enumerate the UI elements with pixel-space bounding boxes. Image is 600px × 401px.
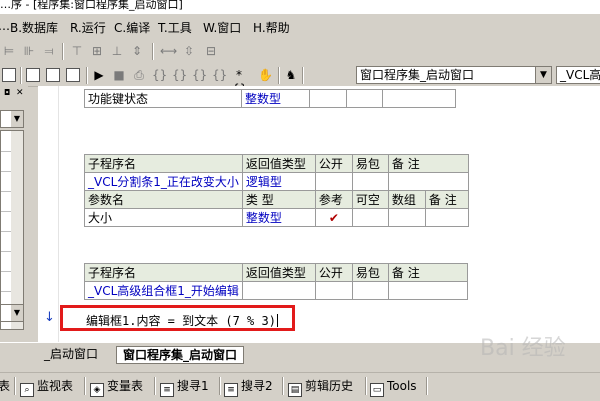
- header-cell: 返回值类型: [241, 154, 316, 173]
- step-out-icon[interactable]: {}: [192, 68, 207, 82]
- return-type-cell[interactable]: 逻辑型: [241, 172, 316, 191]
- vertical-spacing-icon[interactable]: ⇳: [182, 44, 196, 58]
- header-cell: 子程序名: [84, 154, 243, 173]
- bottom-btn-search2[interactable]: ≡ 搜寻2: [224, 378, 273, 397]
- procedure-combo-value: 窗口程序集_启动窗口: [360, 68, 475, 82]
- bottom-btn-variables[interactable]: ◈ 变量表: [90, 378, 143, 397]
- header-cell: 易包: [351, 263, 389, 282]
- subroutine-combo-value: _VCL高级组: [560, 68, 600, 82]
- subroutine-combo[interactable]: _VCL高级组: [556, 66, 600, 84]
- step-over-icon[interactable]: {}: [172, 68, 187, 82]
- header-cell: 备 注: [424, 190, 469, 209]
- header-cell: 备 注: [387, 154, 469, 173]
- panel-dropdown[interactable]: ▼: [0, 110, 24, 128]
- menu-item-compile[interactable]: C.编译: [114, 19, 150, 36]
- header-cell: 公开: [314, 263, 353, 282]
- tools-icon: ▭: [370, 383, 384, 397]
- prev-var-table: 功能键状态 整数型: [84, 89, 456, 108]
- menu-item-partial[interactable]: …: [0, 19, 10, 33]
- magnifier-icon: ⌕: [20, 383, 34, 397]
- align-bottom-icon[interactable]: ⊥: [110, 44, 124, 58]
- align-top-icon[interactable]: ⊤: [70, 44, 84, 58]
- menu-bar: … B.数据库 R.运行 C.编译 T.工具 W.窗口 H.帮助: [0, 14, 600, 40]
- menu-item-database[interactable]: B.数据库: [10, 19, 58, 36]
- pin-icon[interactable]: ◘: [4, 88, 10, 97]
- bottom-btn-watch[interactable]: ⌕ 监视表: [20, 378, 73, 397]
- header-cell: 子程序名: [84, 263, 243, 282]
- bottom-btn-clip-history[interactable]: ▤ 剪辑历史: [288, 378, 353, 397]
- subroutine-name-cell[interactable]: _VCL高级组合框1_开始编辑: [84, 281, 243, 300]
- center-horizontal-icon[interactable]: ⊟: [204, 44, 218, 58]
- menu-item-tools[interactable]: T.工具: [158, 19, 192, 36]
- stop-icon[interactable]: ■: [112, 68, 126, 82]
- header-cell: 返回值类型: [241, 263, 316, 282]
- left-panel: ◘ ✕ ▼ ▼: [0, 86, 28, 342]
- align-center-icon[interactable]: ⊪: [22, 44, 36, 58]
- search-list-icon: ≡: [160, 383, 174, 397]
- chevron-down-icon[interactable]: ▼: [535, 67, 551, 83]
- bottom-toolbar: 表 ⌕ 监视表 ◈ 变量表 ≡ 搜寻1 ≡ 搜寻2 ▤ 剪辑历史 ▭ Tools: [0, 372, 600, 401]
- chevron-down-icon[interactable]: ▼: [11, 305, 23, 321]
- header-cell: 数组: [387, 190, 426, 209]
- panel-dropdown-bottom[interactable]: ▼: [0, 304, 24, 322]
- view-list-icon[interactable]: [46, 68, 60, 82]
- variables-icon: ◈: [90, 383, 104, 397]
- search-binoculars-icon[interactable]: ♞: [284, 68, 298, 82]
- var-type-cell[interactable]: 整数型: [241, 89, 310, 108]
- watermark: Bai 经验: [480, 336, 566, 361]
- var-name-cell[interactable]: 功能键状态: [84, 89, 242, 108]
- chevron-down-icon[interactable]: ▼: [11, 111, 23, 127]
- panel-header: ◘ ✕: [0, 88, 28, 100]
- menu-item-window[interactable]: W.窗口: [203, 19, 241, 36]
- bottom-btn-tools[interactable]: ▭ Tools: [370, 378, 417, 397]
- title-bar: …序 - [程序集:窗口程序集_启动窗口]: [0, 0, 600, 14]
- find-icon[interactable]: [2, 68, 16, 82]
- horizontal-spacing-icon[interactable]: ⟷: [160, 44, 177, 58]
- align-middle-icon[interactable]: ⊞: [90, 44, 104, 58]
- subroutine-name-cell[interactable]: _VCL分割条1_正在改变大小: [84, 172, 243, 191]
- subroutine-table-1: 子程序名 返回值类型 公开 易包 备 注 _VCL分割条1_正在改变大小 逻辑型…: [84, 154, 469, 227]
- run-icon[interactable]: ▶: [92, 68, 106, 82]
- header-cell: 类 型: [241, 190, 316, 209]
- param-type-cell[interactable]: 整数型: [241, 208, 316, 227]
- window-title: …序 - [程序集:窗口程序集_启动窗口]: [0, 0, 183, 11]
- param-name-cell[interactable]: 大小: [84, 208, 243, 227]
- close-icon[interactable]: ✕: [16, 88, 24, 98]
- step-icon[interactable]: ⎙: [132, 68, 146, 82]
- header-cell: 备 注: [387, 263, 468, 282]
- same-size-icon[interactable]: ⇕: [130, 44, 144, 58]
- menu-item-help[interactable]: H.帮助: [253, 19, 290, 36]
- bottom-btn-search1[interactable]: ≡ 搜寻1: [160, 378, 209, 397]
- editor-gutter: [38, 86, 59, 342]
- procedure-combo[interactable]: 窗口程序集_启动窗口 ▼: [356, 66, 552, 84]
- header-cell: 参考: [314, 190, 353, 209]
- header-cell: 公开: [314, 154, 353, 173]
- bottom-btn-table[interactable]: 表: [0, 378, 10, 394]
- align-right-icon[interactable]: ⫤: [42, 44, 56, 58]
- current-line-arrow-icon: ↓: [44, 310, 55, 325]
- header-cell: 可空: [351, 190, 389, 209]
- goto-icon[interactable]: *{}: [232, 68, 247, 96]
- panel-list[interactable]: [0, 130, 24, 330]
- checkmark-icon[interactable]: ✔: [314, 208, 353, 227]
- clipboard-icon: ▤: [288, 383, 302, 397]
- layout-toolbar: ⊨ ⊪ ⫤ ⊤ ⊞ ⊥ ⇕ ⟷ ⇳ ⊟: [0, 40, 600, 65]
- search-list-icon: ≡: [224, 383, 238, 397]
- align-left-icon[interactable]: ⊨: [2, 44, 16, 58]
- highlight-box: [60, 305, 295, 331]
- run-to-cursor-icon[interactable]: {}: [212, 68, 227, 82]
- header-cell: 易包: [351, 154, 389, 173]
- hand-icon[interactable]: ✋: [258, 68, 273, 82]
- header-cell: 参数名: [84, 190, 243, 209]
- view-table-icon[interactable]: [26, 68, 40, 82]
- subroutine-table-2: 子程序名 返回值类型 公开 易包 备 注 _VCL高级组合框1_开始编辑: [84, 263, 468, 300]
- tab-window-program-set[interactable]: 窗口程序集_启动窗口: [116, 346, 245, 364]
- main-toolbar: ▶ ■ ⎙ {} {} {} {} *{} ✋ ♞ 窗口程序集_启动窗口 ▼ _…: [0, 64, 600, 96]
- view-split-icon[interactable]: [66, 68, 80, 82]
- panel-scrollbar[interactable]: [11, 131, 23, 329]
- tab-startup-window[interactable]: _启动窗口: [44, 346, 98, 362]
- menu-item-run[interactable]: R.运行: [70, 19, 106, 36]
- step-into-icon[interactable]: {}: [152, 68, 167, 82]
